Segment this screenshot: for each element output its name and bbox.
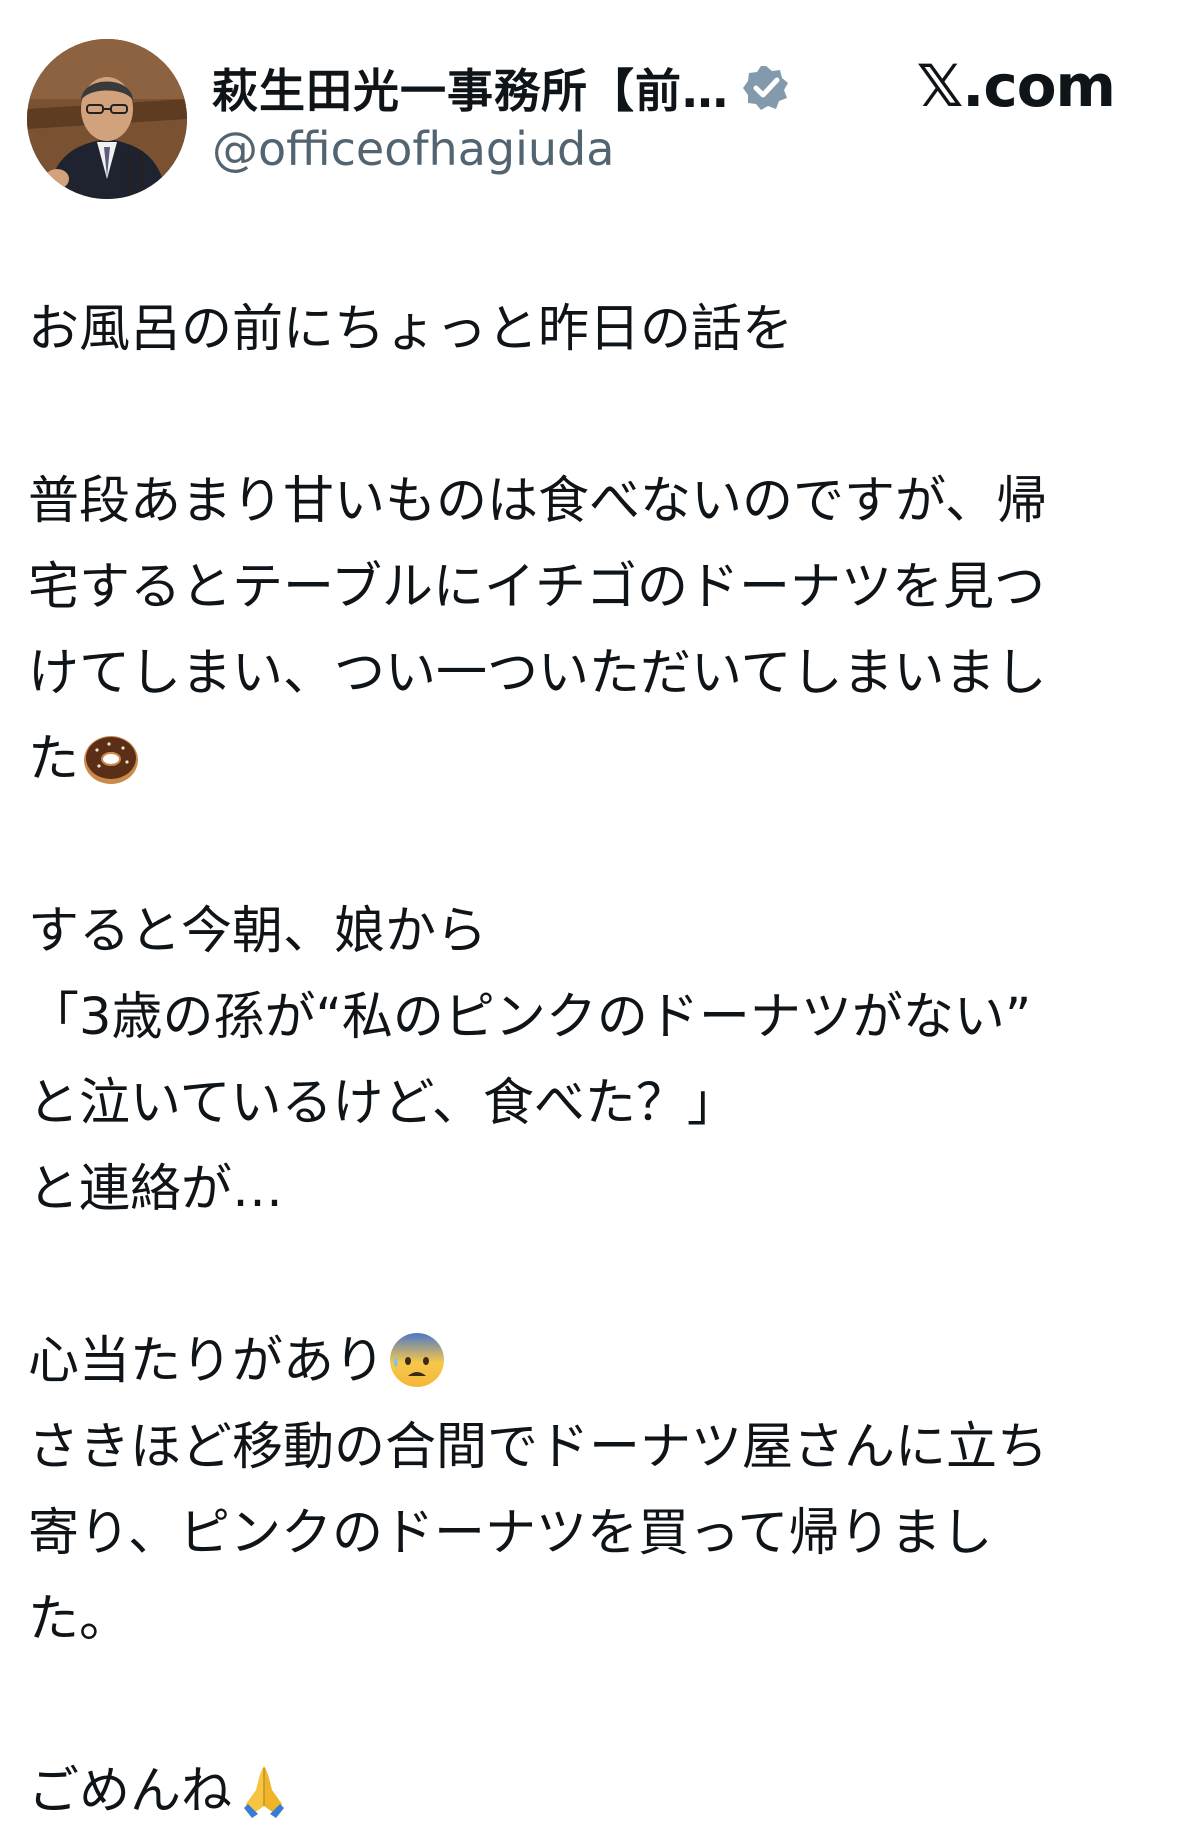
- tweet-line: と連絡が…: [28, 1160, 284, 1219]
- tweet-line: た。: [28, 1590, 131, 1649]
- tweet-line-with-emoji: ごめんね: [28, 1749, 1158, 1835]
- display-name-row[interactable]: 萩生田光一事務所【前…: [212, 56, 791, 120]
- doughnut-emoji: [84, 736, 139, 784]
- verified-badge-icon: [743, 66, 788, 110]
- tweet-line: 寄り、ピンクのドーナツを買って帰りまし: [28, 1504, 993, 1563]
- tweet-line-text: 心当たりがあり: [28, 1332, 386, 1391]
- tweet-line: 宅するとテーブルにイチゴのドーナツを見つ: [28, 558, 1045, 617]
- tweet-line-text: ごめんね: [28, 1762, 233, 1821]
- user-handle[interactable]: @officeofhagiuda: [212, 122, 614, 176]
- tweet-line: けてしまい、つい一ついただいてしまいまし: [28, 644, 1047, 703]
- tweet-header: 萩生田光一事務所【前… @officeofhagiuda 𝕏.com: [0, 0, 1179, 220]
- tweet-line-with-emoji: 心当たりがあり: [28, 1319, 1158, 1405]
- anxious-face-with-sweat-emoji: [390, 1333, 445, 1387]
- tweet-line: 「3歳の孫が“私のピンクのドーナツがない”: [28, 988, 1032, 1047]
- folded-hands-emoji: [244, 1766, 285, 1818]
- tweet-line: さきほど移動の合間でドーナツ屋さんに立ち: [28, 1418, 1049, 1477]
- tweet-line-with-emoji: た: [28, 717, 1158, 803]
- tweet-line: お風呂の前にちょっと昨日の話を: [28, 300, 794, 359]
- tweet-text: お風呂の前にちょっと昨日の話を 普段あまり甘いものは食べないのですが、帰 宅する…: [28, 287, 1158, 1835]
- site-label: 𝕏.com: [916, 52, 1116, 120]
- avatar-photo: [27, 39, 187, 199]
- avatar[interactable]: [27, 39, 187, 199]
- tweet-line: すると今朝、娘から: [28, 902, 488, 961]
- tweet-line-text: た: [28, 730, 80, 789]
- display-name[interactable]: 萩生田光一事務所【前…: [212, 55, 729, 121]
- tweet-line: 普段あまり甘いものは食べないのですが、帰: [28, 472, 1047, 531]
- tweet-line: と泣いているけど、食べた？」: [28, 1074, 738, 1133]
